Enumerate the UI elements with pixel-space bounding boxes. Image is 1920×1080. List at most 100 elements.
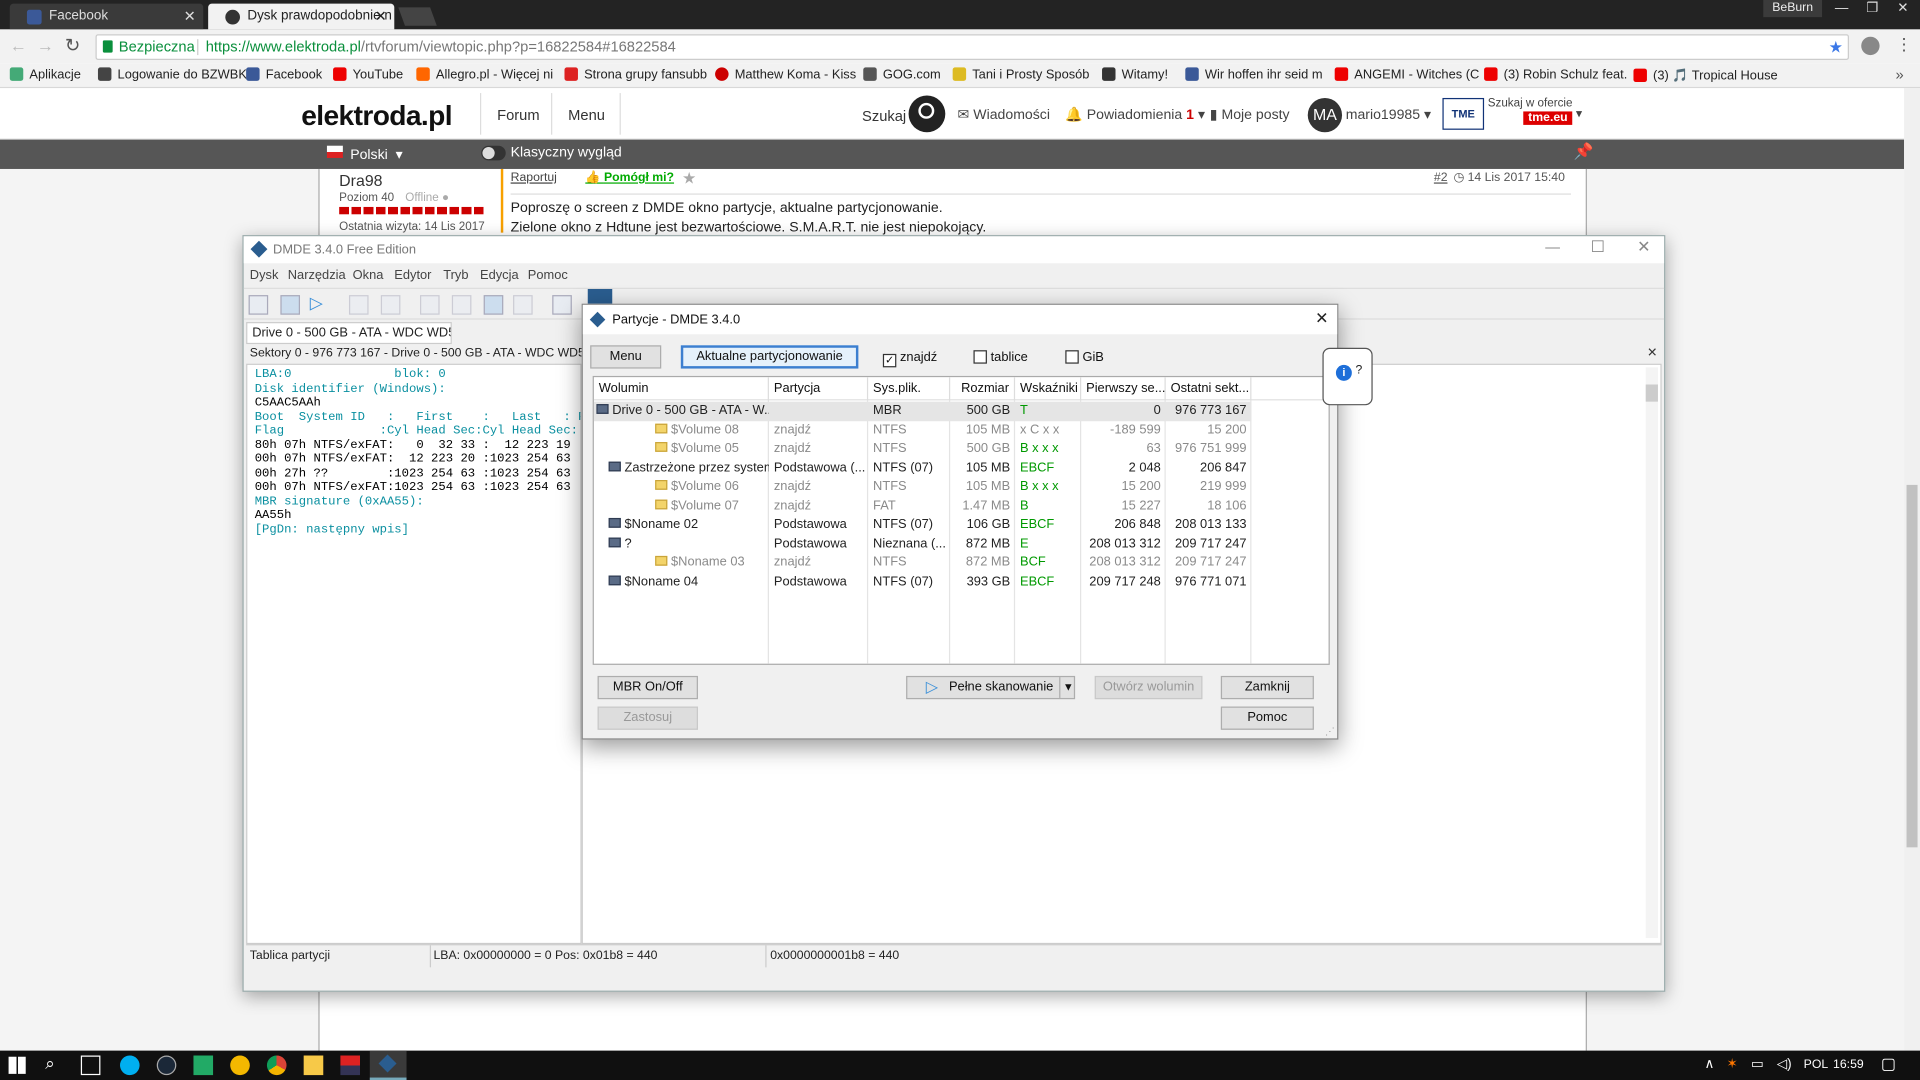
forward-icon[interactable]: →	[37, 36, 54, 56]
new-tab-button[interactable]	[398, 7, 437, 26]
view-icon[interactable]	[420, 295, 440, 315]
user-menu[interactable]: mario19985 ▾	[1346, 105, 1431, 123]
close-window-icon[interactable]: ✕	[1887, 0, 1919, 17]
drive-tab[interactable]: Drive 0 - 500 GB - ATA - WDC WD50...	[246, 322, 452, 345]
bookmark-star-icon[interactable]: ★	[1829, 36, 1843, 59]
steam-icon[interactable]	[156, 1055, 177, 1076]
tray-expand-icon[interactable]: ∧	[1704, 1056, 1714, 1072]
app-icon[interactable]	[193, 1055, 214, 1076]
play-icon[interactable]: ▷	[310, 293, 323, 314]
menu-edytor[interactable]: Edytor	[394, 268, 431, 283]
bookmark-item[interactable]: Strona grupy fansubb	[564, 67, 707, 82]
forward-icon[interactable]	[348, 295, 369, 315]
chrome-icon[interactable]	[266, 1055, 287, 1076]
bookmark-item[interactable]: Witamy!	[1102, 67, 1168, 82]
find-icon[interactable]	[513, 295, 533, 315]
volume-icon[interactable]: ◁)	[1777, 1056, 1792, 1072]
language-select[interactable]: Polski ▾	[350, 146, 402, 163]
minimize-icon[interactable]: —	[1545, 239, 1560, 256]
post-number[interactable]: #2	[1434, 171, 1448, 184]
current-partitioning-button[interactable]: Aktualne partycjonowanie	[680, 345, 859, 369]
hex-pane[interactable]: LBA:0 blok: 0 Disk identifier (Windows): C…	[246, 363, 582, 945]
profile-button[interactable]: BeBurn	[1763, 0, 1823, 18]
star-icon[interactable]: ★	[682, 169, 696, 189]
post-author[interactable]: Dra98	[339, 171, 382, 189]
input-language[interactable]: POL	[1804, 1058, 1829, 1071]
table-row[interactable]: $Noname 04 Podstawowa NTFS (07) 393 GB EBCF 2…	[594, 572, 1252, 591]
skype-icon[interactable]	[120, 1055, 140, 1076]
maximize-icon[interactable]: ☐	[1591, 238, 1605, 258]
bookmark-item[interactable]: (3) 🎵 Tropical House	[1633, 67, 1778, 83]
nav-menu[interactable]: Menu	[568, 107, 605, 124]
app-icon[interactable]	[340, 1055, 361, 1076]
dialog-titlebar[interactable]: Partycje - DMDE 3.4.0 ✕	[582, 304, 1338, 335]
dmde-taskbar-button[interactable]	[369, 1050, 407, 1080]
resize-grip-icon[interactable]: ⋰	[1325, 726, 1335, 737]
table-row[interactable]: $Noname 03 znajdź NTFS 872 MB BCF 208 013 312…	[594, 553, 1252, 572]
menu-dysk[interactable]: Dysk	[250, 268, 279, 283]
tables-checkbox[interactable]: tablice	[973, 350, 1028, 365]
bookmark-item[interactable]: (3) Robin Schulz feat.	[1484, 67, 1627, 82]
col-header[interactable]: Wskaźniki	[1015, 377, 1082, 401]
menu-okna[interactable]: Okna	[353, 268, 384, 283]
tme-logo[interactable]: TME	[1442, 97, 1485, 130]
restore-icon[interactable]: ❐	[1856, 0, 1888, 17]
close-tab-icon[interactable]: ✕	[375, 7, 387, 24]
menu-pomoc[interactable]: Pomoc	[528, 268, 568, 283]
classic-toggle[interactable]	[481, 145, 506, 161]
nav-forum[interactable]: Forum	[497, 107, 539, 124]
close-button[interactable]: Zamknij	[1220, 675, 1314, 700]
bookmark-item[interactable]: Wir hoffen ihr seid m	[1185, 67, 1323, 82]
table-row[interactable]: $Volume 08 znajdź NTFS 105 MB x C x x -189 59…	[594, 421, 1252, 440]
scroll-thumb[interactable]	[1645, 384, 1658, 402]
mbr-onoff-button[interactable]: MBR On/Off	[597, 675, 698, 700]
disk-icon[interactable]	[248, 295, 269, 315]
close-pane-icon[interactable]: ✕	[1647, 347, 1657, 360]
tab-facebook[interactable]: Facebook ✕	[9, 3, 204, 30]
col-header[interactable]: Pierwszy se...	[1081, 377, 1166, 401]
table-icon[interactable]	[451, 295, 472, 315]
my-posts-link[interactable]: ▮ Moje posty	[1210, 105, 1290, 123]
windows-start-icon[interactable]	[8, 1056, 26, 1074]
reload-icon[interactable]: ↻	[65, 34, 80, 57]
page-scrollbar[interactable]	[1904, 88, 1920, 1051]
bookmark-item[interactable]: Logowanie do BZWBK	[97, 67, 247, 82]
table-row[interactable]: $Noname 02 Podstawowa NTFS (07) 106 GB EBCF 2…	[594, 516, 1252, 535]
open-volume-button[interactable]: Otwórz wolumin	[1094, 675, 1203, 700]
search-icon[interactable]: ⌕	[45, 1053, 55, 1074]
col-header[interactable]: Rozmiar	[950, 377, 1016, 401]
tab-elektroda[interactable]: Dysk prawdopodobnie n ✕	[208, 3, 395, 30]
help-bubble[interactable]: i ?	[1322, 347, 1373, 406]
browser-menu-icon[interactable]: ⋮	[1896, 34, 1913, 55]
menu-edycja[interactable]: Edycja	[480, 268, 519, 283]
task-view-icon[interactable]	[80, 1055, 101, 1076]
dmde-titlebar[interactable]: DMDE 3.4.0 Free Edition — ☐ ✕	[243, 236, 1665, 264]
app-icon[interactable]	[230, 1055, 250, 1076]
table-row[interactable]: $Volume 07 znajdź FAT 1.47 MB B 15 227 18 106	[594, 497, 1252, 516]
avatar[interactable]: MA	[1307, 97, 1343, 133]
back-icon[interactable]: ←	[10, 36, 27, 56]
notifications-icon[interactable]: ▢	[1881, 1054, 1896, 1074]
menu-tryb[interactable]: Tryb	[443, 268, 468, 283]
hex-view-icon[interactable]	[483, 295, 504, 315]
copy-icon[interactable]	[552, 295, 572, 315]
table-row[interactable]: $Volume 05 znajdź NTFS 500 GB B x x x 63 976 7…	[594, 440, 1252, 459]
menu-narzedzia[interactable]: Narzędzia	[288, 268, 346, 283]
file-icon[interactable]	[380, 295, 401, 315]
bookmark-item[interactable]: Allegro.pl - Więcej ni	[416, 67, 553, 82]
notifications-link[interactable]: 🔔 Powiadomienia 1 ▾	[1065, 105, 1205, 123]
chevron-down-icon[interactable]: ▾	[1576, 108, 1582, 121]
address-bar[interactable]: Bezpieczna https://www.elektroda.pl/rtvf…	[95, 34, 1849, 61]
report-link[interactable]: Raportuj	[511, 171, 557, 184]
apply-button[interactable]: Zastosuj	[597, 706, 698, 730]
bookmark-item[interactable]: ANGEMI - Witches (C	[1334, 67, 1479, 82]
search-button[interactable]	[908, 95, 946, 133]
scroll-thumb[interactable]	[1906, 484, 1918, 848]
more-bookmarks-icon[interactable]: »	[1896, 66, 1904, 83]
extension-icon[interactable]	[1861, 36, 1880, 56]
tme-button[interactable]: tme.eu	[1523, 111, 1573, 125]
dropdown-arrow-icon[interactable]: ▼	[1063, 677, 1074, 698]
pane-scrollbar[interactable]	[1645, 367, 1658, 938]
help-button[interactable]: Pomoc	[1220, 706, 1314, 730]
messages-link[interactable]: ✉ Wiadomości	[958, 105, 1050, 123]
